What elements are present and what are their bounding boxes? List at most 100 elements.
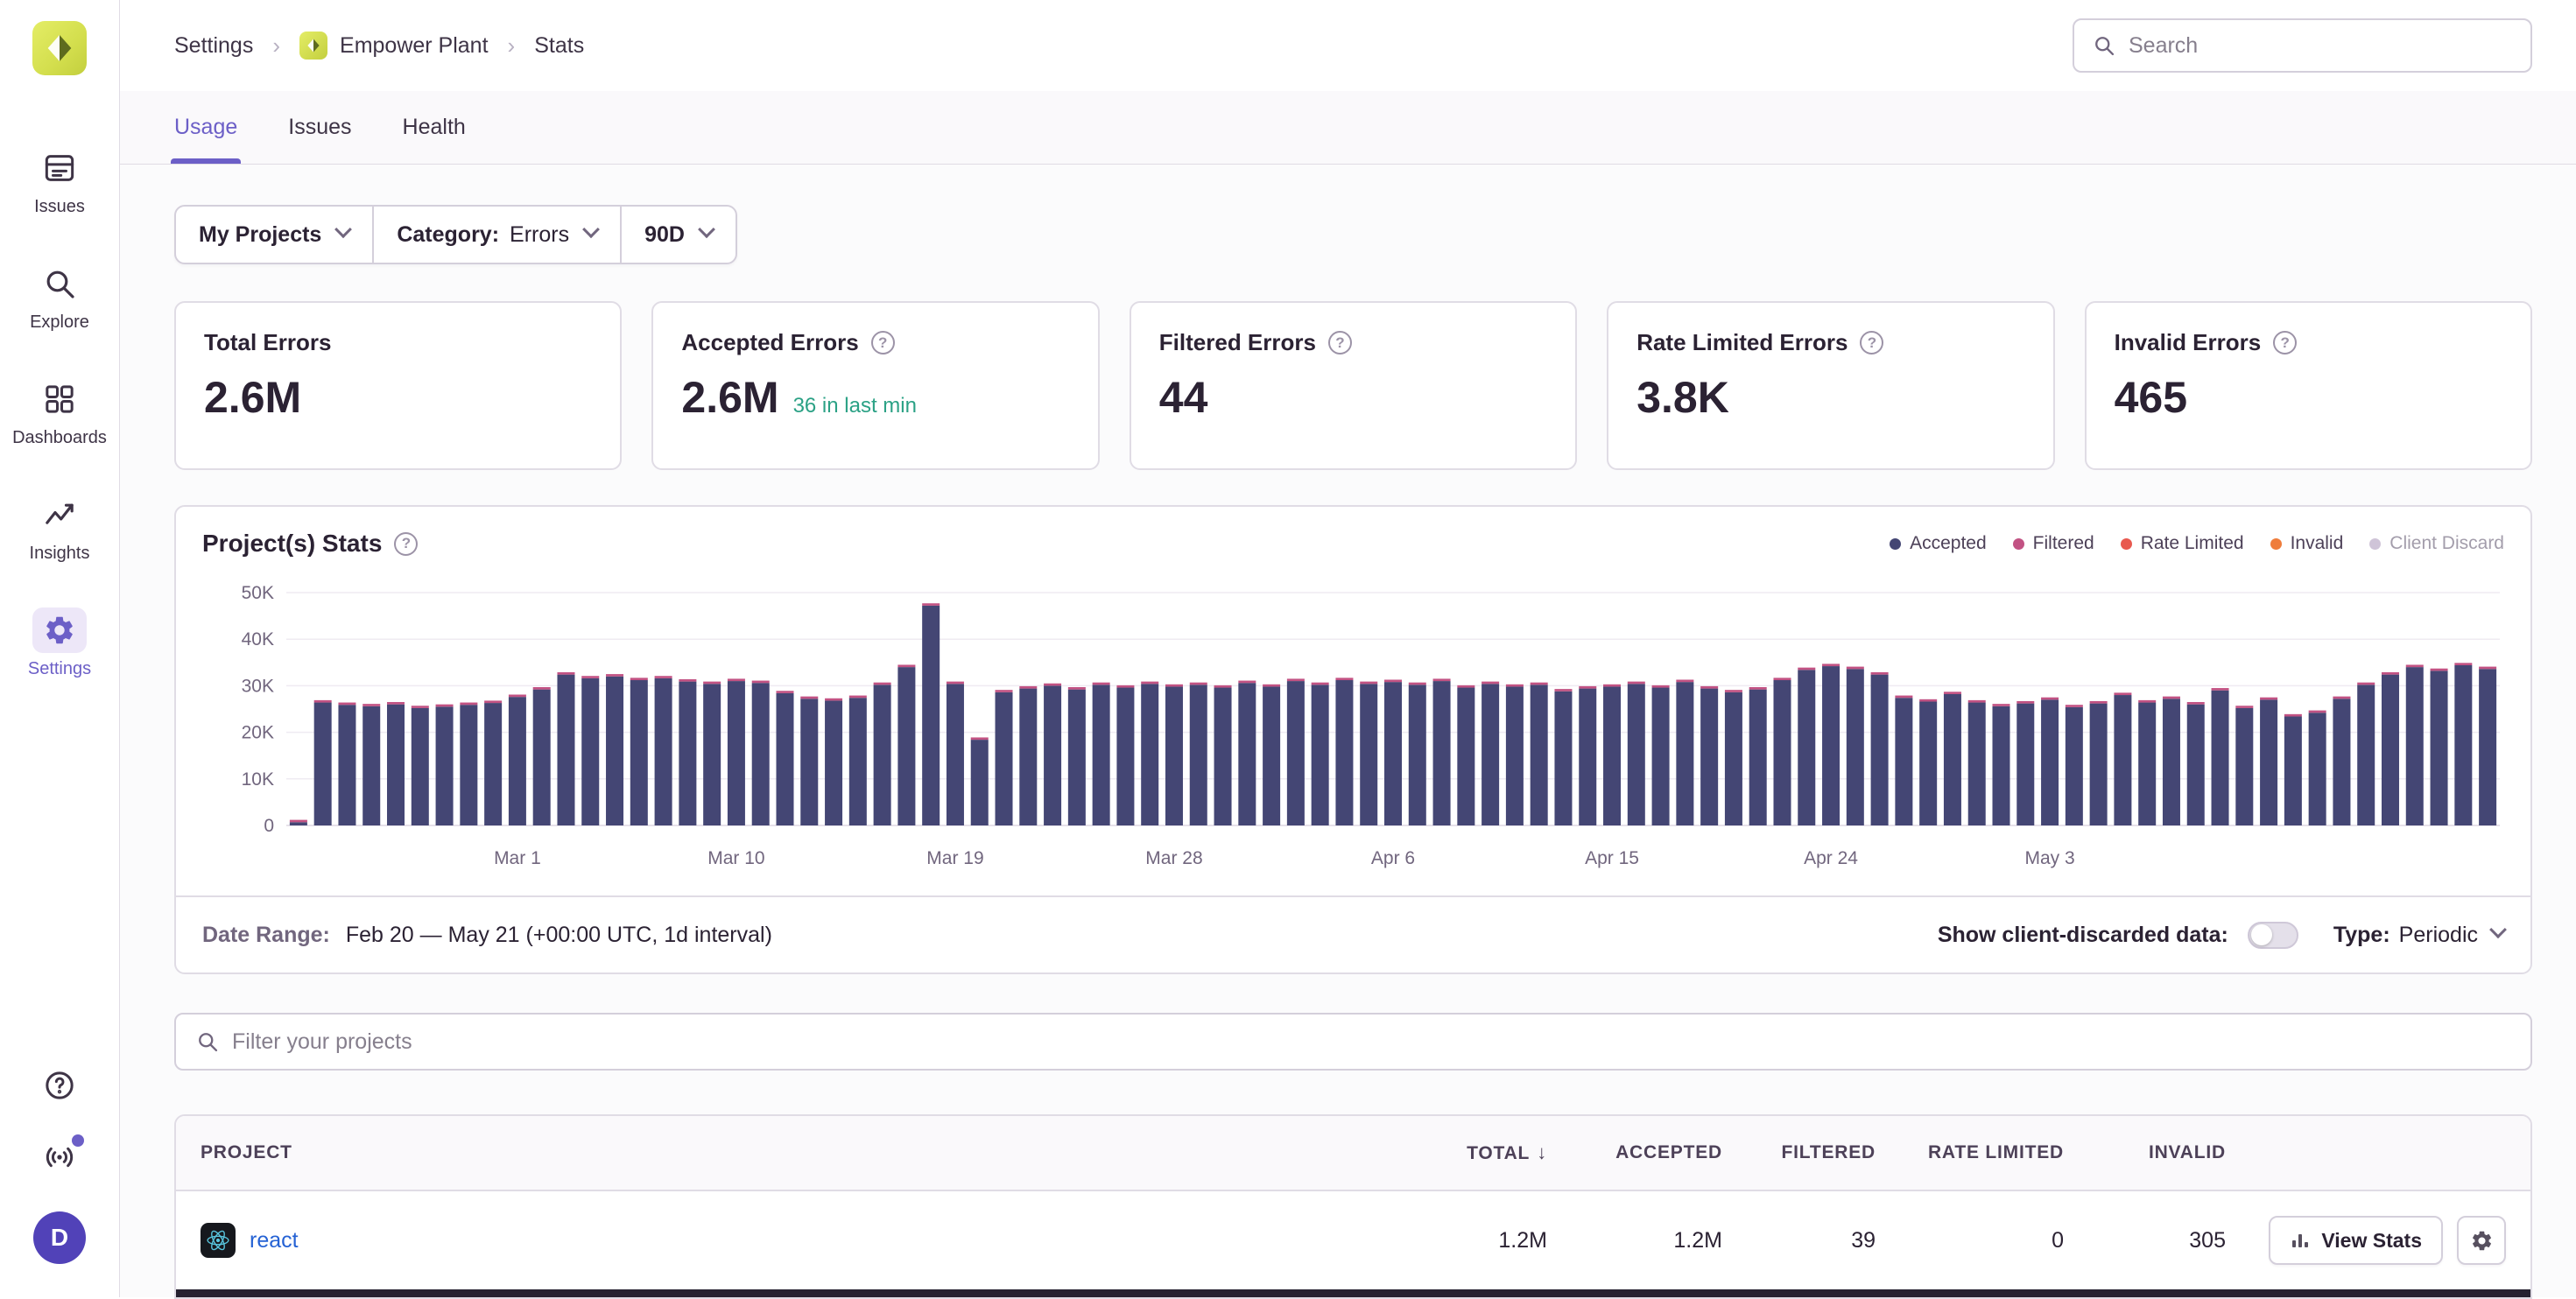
svg-text:Apr 15: Apr 15 xyxy=(1585,848,1639,868)
sidebar-item-dashboards[interactable]: Dashboards xyxy=(12,376,107,448)
sidebar-item-issues[interactable]: Issues xyxy=(32,145,87,217)
legend-dot-icon xyxy=(2369,538,2381,550)
client-discard-toggle[interactable] xyxy=(2248,922,2298,949)
tab-health[interactable]: Health xyxy=(403,91,466,164)
org-logo-small-icon xyxy=(299,32,327,60)
type-label: Type: xyxy=(2333,923,2390,948)
column-header-total[interactable]: Total xyxy=(1381,1141,1547,1164)
sidebar-item-label: Issues xyxy=(34,197,85,217)
svg-text:Mar 1: Mar 1 xyxy=(494,848,541,868)
content: My Projects Category: Errors 90D Total E… xyxy=(120,165,2576,1297)
column-header-invalid[interactable]: Invalid xyxy=(2064,1142,2226,1163)
sidebar-item-insights[interactable]: Insights xyxy=(30,492,90,564)
svg-text:30K: 30K xyxy=(242,676,274,696)
stat-card-invalid-errors: Invalid Errors 465 xyxy=(2085,301,2532,470)
bar-chart-icon xyxy=(2290,1230,2311,1251)
column-header-rate-limited[interactable]: Rate Limited xyxy=(1876,1142,2064,1163)
project-cell: react xyxy=(201,1223,1381,1258)
tab-issues[interactable]: Issues xyxy=(288,91,351,164)
type-dropdown[interactable]: Type: Periodic xyxy=(2333,923,2504,948)
svg-text:Apr 6: Apr 6 xyxy=(1371,848,1415,868)
tab-usage[interactable]: Usage xyxy=(174,91,237,164)
view-stats-button[interactable]: View Stats xyxy=(2269,1216,2443,1265)
project-filter-box[interactable] xyxy=(174,1013,2532,1071)
stat-title: Total Errors xyxy=(204,329,331,356)
cut-off-next-row xyxy=(176,1289,2530,1297)
cell-total: 1.2M xyxy=(1381,1228,1547,1253)
project-link[interactable]: react xyxy=(250,1228,299,1253)
issues-icon xyxy=(32,145,87,191)
date-range-label: Date Range: xyxy=(202,923,330,948)
view-stats-label: View Stats xyxy=(2321,1229,2422,1253)
sidebar-item-label: Insights xyxy=(30,544,90,564)
project-settings-button[interactable] xyxy=(2457,1216,2506,1265)
info-icon[interactable] xyxy=(1328,331,1352,355)
category-dropdown[interactable]: Category: Errors xyxy=(372,207,620,263)
svg-text:Mar 10: Mar 10 xyxy=(707,848,764,868)
svg-text:May 3: May 3 xyxy=(2024,848,2074,868)
column-header-project[interactable]: Project xyxy=(201,1142,1381,1163)
stat-title: Invalid Errors xyxy=(2115,329,2262,356)
stat-value: 2.6M xyxy=(204,372,301,423)
tab-label: Issues xyxy=(288,115,351,140)
breadcrumb-separator-icon: › xyxy=(272,32,280,60)
chart-footer-bar: Date Range: Feb 20 — May 21 (+00:00 UTC,… xyxy=(176,895,2530,972)
breadcrumb-stats[interactable]: Stats xyxy=(534,33,584,59)
cell-filtered: 39 xyxy=(1722,1228,1876,1253)
legend-dot-icon xyxy=(2270,538,2282,550)
legend-label: Accepted xyxy=(1910,533,1987,554)
breadcrumb-label: Stats xyxy=(534,33,584,59)
info-icon[interactable] xyxy=(394,532,418,556)
legend-rate-limited[interactable]: Rate Limited xyxy=(2121,533,2244,554)
stat-card-rate-limited-errors: Rate Limited Errors 3.8K xyxy=(1607,301,2054,470)
search-input[interactable] xyxy=(2129,33,2513,59)
sidebar-item-settings[interactable]: Settings xyxy=(28,607,91,679)
chevron-down-icon xyxy=(698,221,715,238)
legend-label: Client Discard xyxy=(2389,533,2504,554)
stat-live-rate: 36 in last min xyxy=(793,394,917,418)
breadcrumb-separator-icon: › xyxy=(508,32,516,60)
whats-new-button[interactable] xyxy=(42,1140,77,1175)
date-range-value: Feb 20 — May 21 (+00:00 UTC, 1d interval… xyxy=(346,923,772,948)
sidebar-item-explore[interactable]: Explore xyxy=(30,261,89,333)
notification-dot xyxy=(72,1134,84,1147)
breadcrumb-settings[interactable]: Settings xyxy=(174,33,253,59)
stat-value: 465 xyxy=(2115,372,2187,423)
explore-search-icon xyxy=(32,261,87,306)
info-icon[interactable] xyxy=(1860,331,1883,355)
legend-dot-icon xyxy=(2013,538,2024,550)
svg-text:0: 0 xyxy=(264,816,274,836)
client-discard-toggle-label: Show client-discarded data: xyxy=(1938,923,2228,948)
project-filter-input[interactable] xyxy=(232,1029,2511,1055)
legend-dot-icon xyxy=(1890,538,1901,550)
breadcrumb-label: Empower Plant xyxy=(340,33,489,59)
chevron-down-icon xyxy=(334,221,352,238)
info-icon[interactable] xyxy=(871,331,895,355)
breadcrumb-organization[interactable]: Empower Plant xyxy=(299,32,489,60)
category-value: Errors xyxy=(510,222,569,248)
info-icon[interactable] xyxy=(2273,331,2297,355)
project-scope-label: My Projects xyxy=(199,222,321,248)
column-header-filtered[interactable]: Filtered xyxy=(1722,1142,1876,1163)
sidebar-bottom: D xyxy=(33,1068,86,1264)
org-avatar[interactable] xyxy=(32,21,87,75)
settings-gear-icon xyxy=(32,607,87,653)
insights-icon xyxy=(32,492,87,537)
react-platform-icon xyxy=(201,1223,236,1258)
column-header-accepted[interactable]: Accepted xyxy=(1547,1142,1722,1163)
legend-client-discard[interactable]: Client Discard xyxy=(2369,533,2504,554)
user-avatar[interactable]: D xyxy=(33,1211,86,1264)
stat-title: Accepted Errors xyxy=(681,329,858,356)
global-search[interactable] xyxy=(2073,18,2532,73)
date-period-dropdown[interactable]: 90D xyxy=(620,207,735,263)
legend-invalid[interactable]: Invalid xyxy=(2270,533,2344,554)
legend-filtered[interactable]: Filtered xyxy=(2013,533,2094,554)
project-scope-dropdown[interactable]: My Projects xyxy=(176,207,372,263)
empower-plant-logo-icon xyxy=(42,31,77,66)
svg-text:20K: 20K xyxy=(242,723,274,743)
gear-icon xyxy=(2470,1229,2494,1253)
help-button[interactable] xyxy=(42,1068,77,1103)
legend-accepted[interactable]: Accepted xyxy=(1890,533,1987,554)
chart-title: Project(s) Stats xyxy=(202,530,382,558)
main-area: Settings › Empower Plant › Stats xyxy=(120,0,2576,1297)
